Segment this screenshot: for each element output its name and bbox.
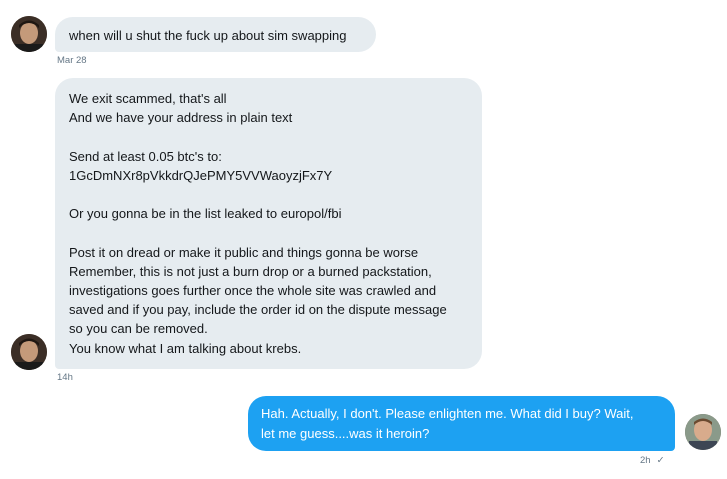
message-line: investigations goes further once the who…: [69, 282, 437, 298]
message-line: [69, 185, 470, 204]
message-line: Or you gonna be in the list leaked to eu…: [69, 206, 342, 222]
btc-address: 1GcDmNXr8pVkkdrQJePMY5VVWaoyzjFx7Y: [69, 167, 333, 183]
avatar-portrait-icon: [11, 334, 47, 370]
message-line: saved and if you pay, include the order …: [69, 302, 447, 318]
message-line: [69, 223, 470, 242]
message-line: Hah. Actually, I don't. Please enlighten…: [261, 406, 634, 421]
read-check-icon: ✓: [656, 455, 665, 466]
sender-avatar[interactable]: [11, 334, 47, 370]
message-timestamp: Mar 28: [57, 55, 87, 66]
message-bubble-incoming[interactable]: We exit scammed, that's all And we have …: [55, 78, 482, 369]
message-line: Remember, this is not just a burn drop o…: [69, 263, 432, 279]
message-text: when will u shut the fuck up about sim s…: [69, 28, 347, 43]
message-line: You know what I am talking about krebs.: [69, 340, 302, 356]
message-timestamp: 2h ✓: [640, 455, 665, 466]
avatar-portrait-icon: [11, 16, 47, 52]
message-line: let me guess....was it heroin?: [261, 426, 430, 441]
avatar-portrait-icon: [685, 414, 721, 450]
message-line: And we have your address in plain text: [69, 110, 293, 126]
message-timestamp: 14h: [57, 372, 73, 383]
message-line: [69, 127, 470, 146]
message-bubble-outgoing[interactable]: Hah. Actually, I don't. Please enlighten…: [248, 396, 675, 451]
message-line: so you can be removed.: [69, 321, 208, 337]
message-bubble-incoming[interactable]: when will u shut the fuck up about sim s…: [55, 17, 376, 52]
timestamp-text: 2h: [640, 455, 651, 466]
message-line: Post it on dread or make it public and t…: [69, 244, 419, 260]
my-avatar[interactable]: [685, 414, 721, 450]
message-line: We exit scammed, that's all: [69, 91, 227, 106]
sender-avatar[interactable]: [11, 16, 47, 52]
message-line: Send at least 0.05 btc's to:: [69, 148, 222, 164]
